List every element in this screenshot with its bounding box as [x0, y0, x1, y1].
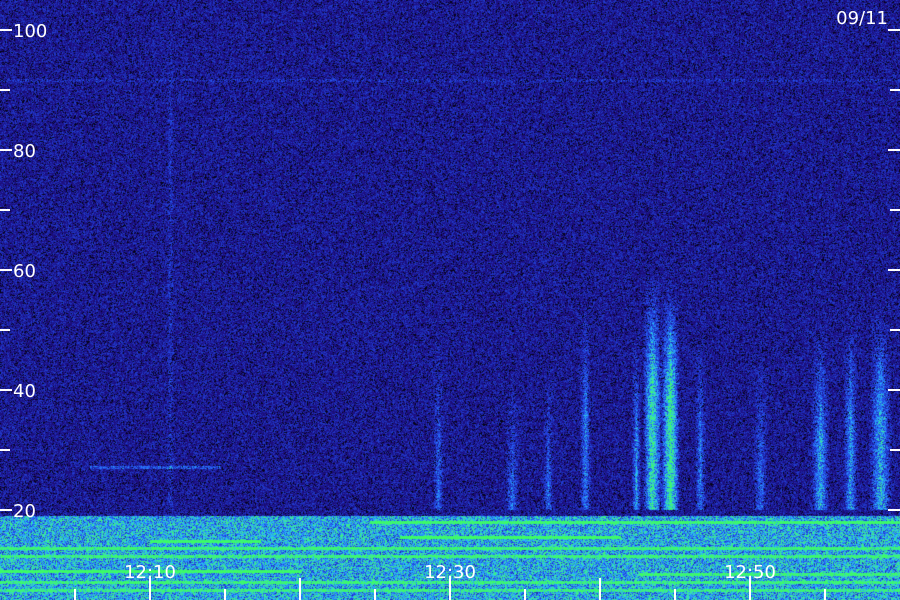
x-tick-label: 12:30	[424, 562, 476, 583]
x-tick-label: 12:10	[124, 562, 176, 583]
x-tick-label: 12:50	[724, 562, 776, 583]
chart-axes: 20 40 60 80 100 12:10 12:30 12:50 09/11	[0, 8, 900, 600]
y-tick-label: 20	[13, 501, 36, 522]
y-tick-label: 60	[13, 261, 36, 282]
spectrogram-chart: 20 40 60 80 100 12:10 12:30 12:50 09/11	[0, 0, 900, 600]
y-tick-label: 80	[13, 141, 36, 162]
y-axis-right	[888, 29, 900, 511]
date-label: 09/11	[836, 8, 888, 29]
y-tick-label: 100	[13, 21, 47, 42]
x-axis: 12:10 12:30 12:50	[74, 562, 826, 600]
y-tick-label: 40	[13, 381, 36, 402]
y-axis-left: 20 40 60 80 100	[0, 21, 47, 522]
